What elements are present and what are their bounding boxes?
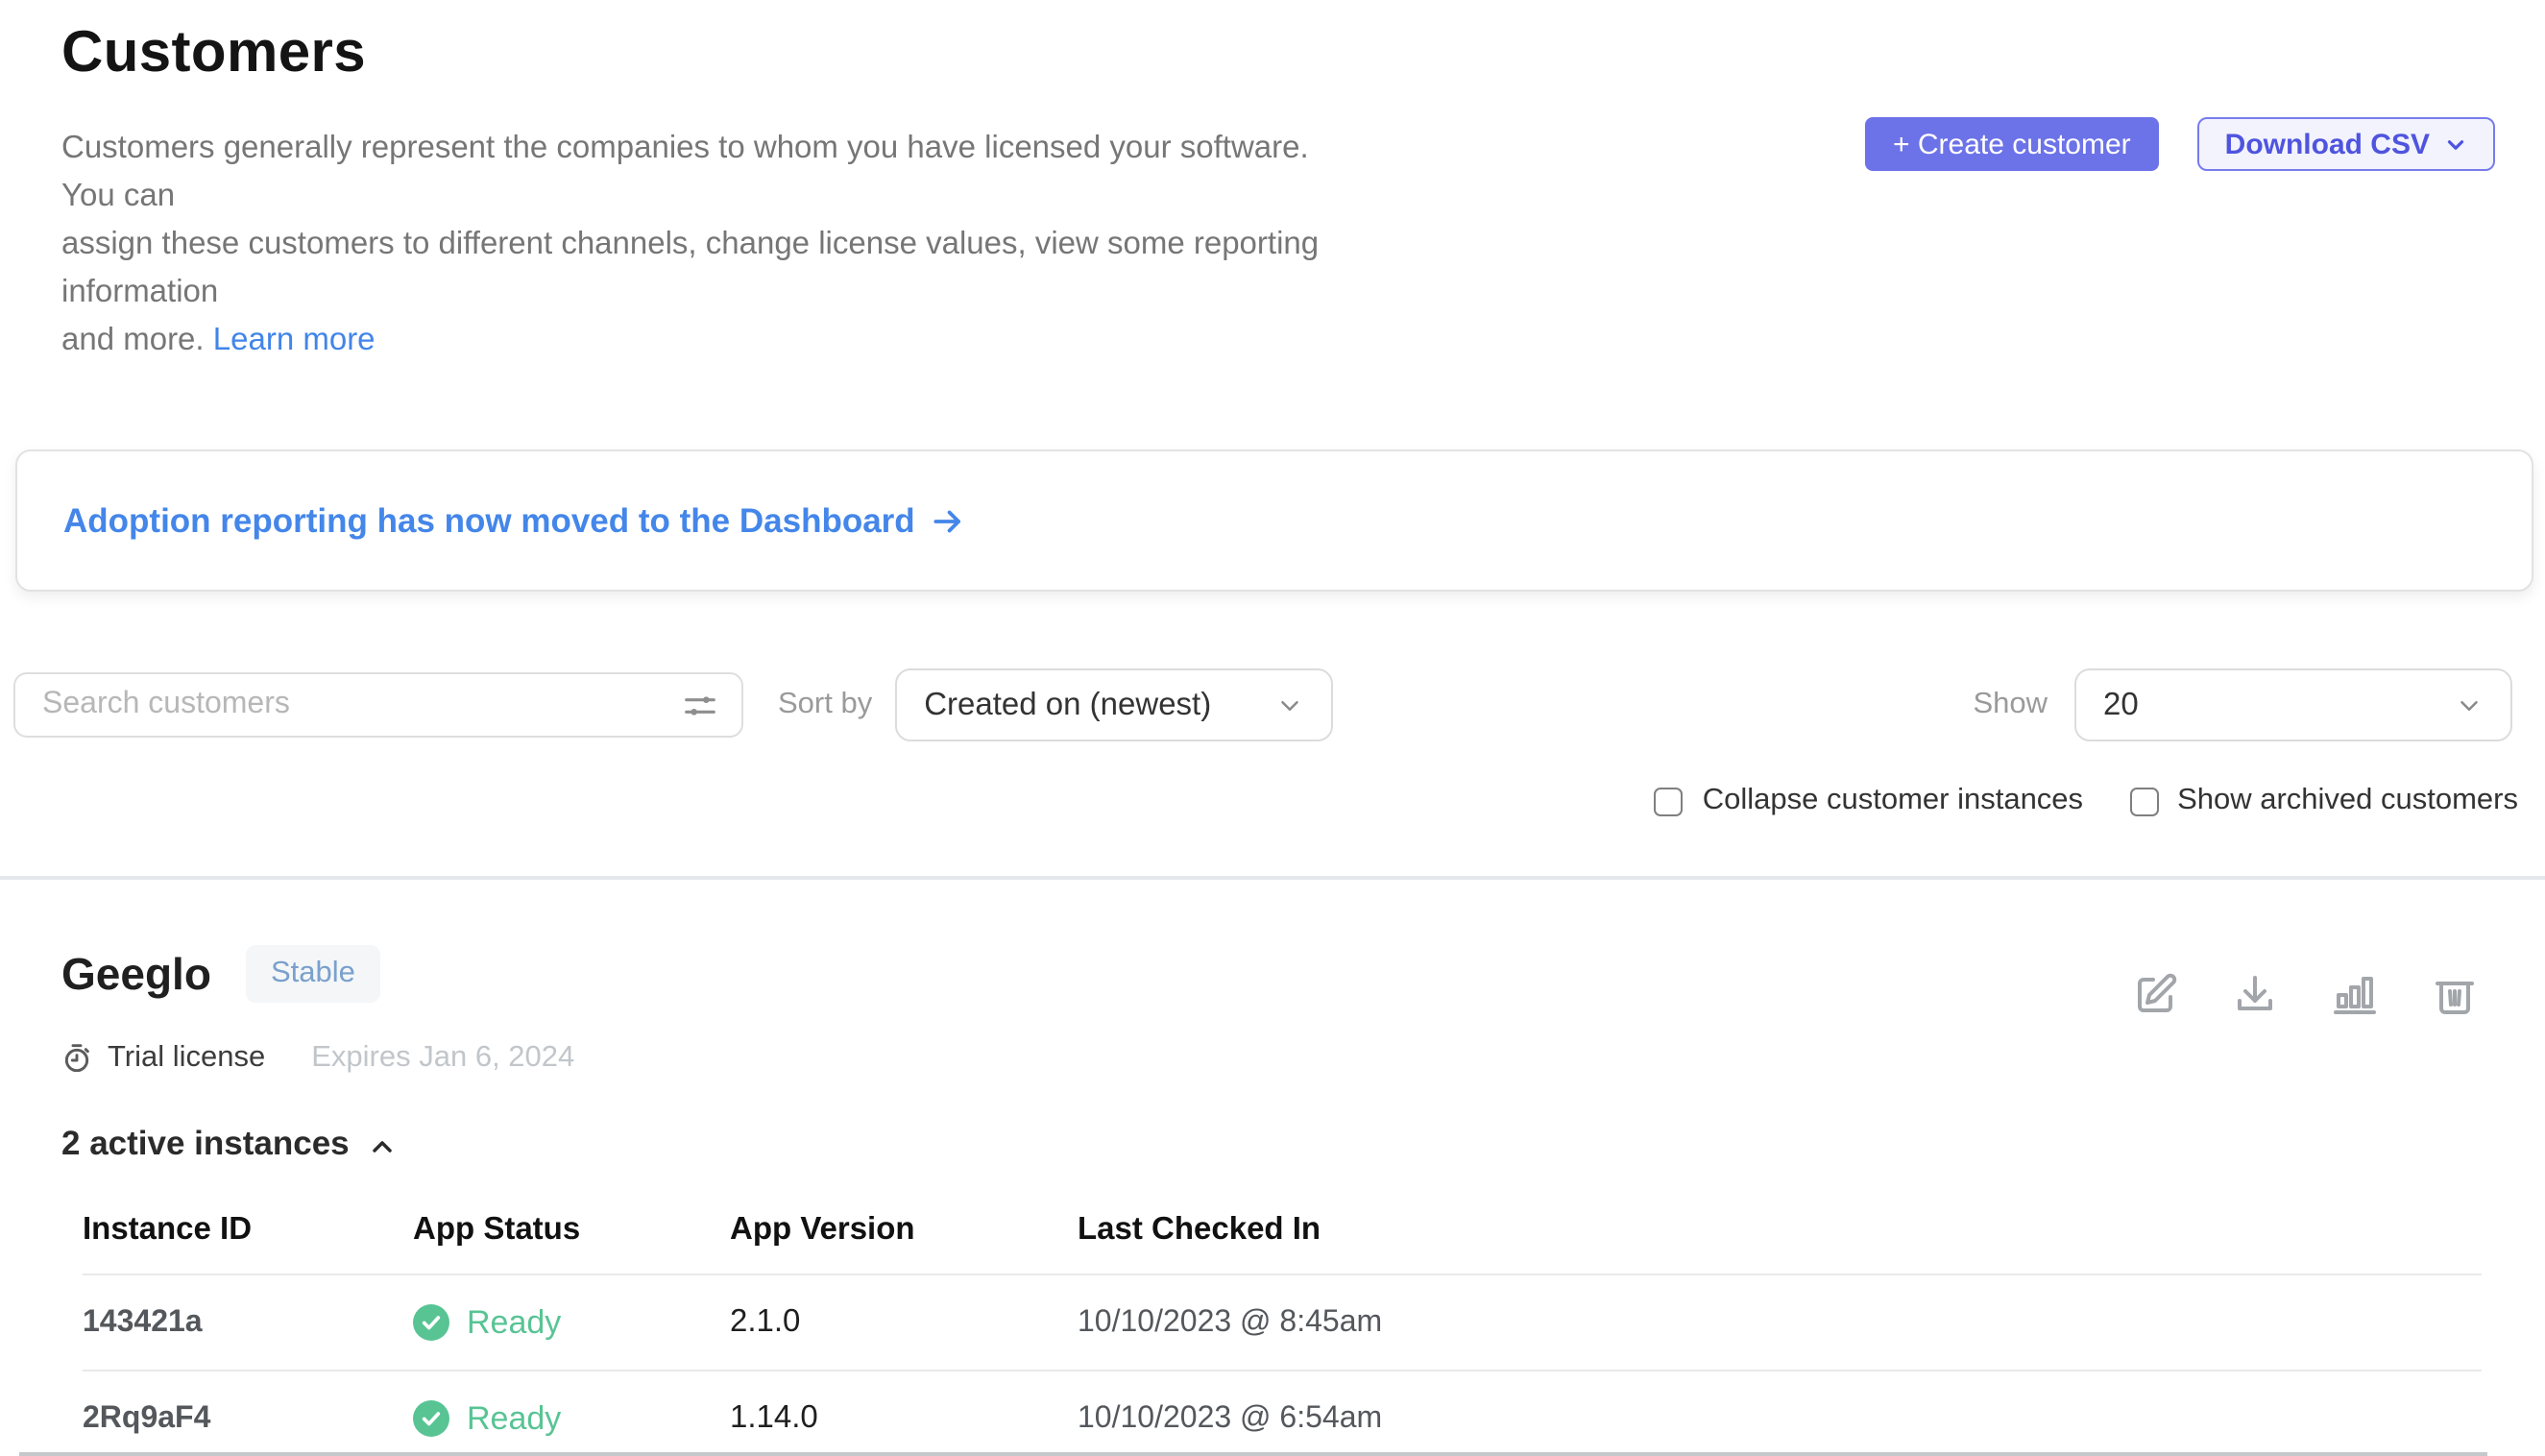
app-status: Ready <box>413 1303 730 1342</box>
check-circle-icon <box>413 1400 449 1437</box>
show-label: Show <box>1973 688 2048 722</box>
chevron-down-icon <box>1275 691 1304 719</box>
sort-by-label: Sort by <box>778 688 872 722</box>
page-description: Customers generally represent the compan… <box>61 125 1339 365</box>
description-line: Customers generally represent the compan… <box>61 125 1339 221</box>
arrow-right-icon <box>931 502 967 539</box>
license-type: Trial license <box>61 1041 265 1076</box>
customer-card-divider <box>19 1452 2487 1456</box>
trash-icon[interactable] <box>2432 972 2478 1018</box>
customer-name-row: Geeglo Stable <box>61 945 380 1003</box>
section-divider <box>0 876 2545 880</box>
chevron-down-icon <box>2443 132 2468 157</box>
last-checked-in: 10/10/2023 @ 8:45am <box>1078 1305 2482 1340</box>
stopwatch-icon <box>61 1043 92 1074</box>
chevron-down-icon <box>2455 691 2484 719</box>
app-status-label: Ready <box>467 1399 561 1438</box>
app-version: 1.14.0 <box>730 1400 1078 1437</box>
checkbox-label: Collapse customer instances <box>1703 784 2083 818</box>
adoption-banner: Adoption reporting has now moved to the … <box>15 449 2533 592</box>
instance-id: 143421a <box>83 1305 413 1340</box>
show-count-select[interactable]: 20 <box>2074 668 2512 741</box>
filters-row: Collapse customer instances Show archive… <box>0 784 2518 818</box>
create-customer-button[interactable]: + Create customer <box>1864 117 2160 171</box>
download-csv-button[interactable]: Download CSV <box>2198 117 2495 171</box>
column-header-app-status: App Status <box>413 1212 730 1249</box>
last-checked-in: 10/10/2023 @ 6:54am <box>1078 1401 2482 1436</box>
customers-page: Customers Customers generally represent … <box>0 21 2545 1456</box>
search-input[interactable] <box>38 686 667 724</box>
sort-select[interactable]: Created on (newest) <box>895 668 1333 741</box>
description-line: and more. Learn more <box>61 317 1339 365</box>
column-header-last-checked-in: Last Checked In <box>1078 1212 2482 1249</box>
bar-chart-icon[interactable] <box>2332 972 2378 1018</box>
instances-table: Instance ID App Status App Version Last … <box>83 1212 2482 1456</box>
column-header-app-version: App Version <box>730 1212 1078 1249</box>
table-header-row: Instance ID App Status App Version Last … <box>83 1212 2482 1275</box>
table-row: 143421a Ready 2.1.0 10/10/2023 @ 8:45am <box>83 1275 2482 1371</box>
customer-actions <box>2132 972 2478 1018</box>
app-status-label: Ready <box>467 1303 561 1342</box>
checkbox-box[interactable] <box>1655 787 1684 815</box>
download-icon[interactable] <box>2232 972 2278 1018</box>
sliders-icon[interactable] <box>682 687 718 723</box>
collapse-instances-checkbox[interactable]: Collapse customer instances <box>1655 784 2083 818</box>
instances-toggle[interactable]: 2 active instances <box>61 1124 2545 1164</box>
customer-card-header: Geeglo Stable <box>61 945 2478 1018</box>
license-row: Trial license Expires Jan 6, 2024 <box>61 1041 2545 1076</box>
toolbar: Sort by Created on (newest) Show 20 <box>13 668 2512 741</box>
header-row: Customers generally represent the compan… <box>61 125 2495 365</box>
page-title: Customers <box>61 21 2545 86</box>
column-header-instance-id: Instance ID <box>83 1212 413 1249</box>
channel-badge: Stable <box>246 945 380 1003</box>
header-actions: + Create customer Download CSV <box>1864 117 2495 171</box>
app-status: Ready <box>413 1399 730 1438</box>
show-archived-checkbox[interactable]: Show archived customers <box>2129 784 2518 818</box>
adoption-banner-link[interactable]: Adoption reporting has now moved to the … <box>63 500 967 541</box>
license-expiry: Expires Jan 6, 2024 <box>311 1041 574 1076</box>
app-version: 2.1.0 <box>730 1304 1078 1341</box>
table-row: 2Rq9aF4 Ready 1.14.0 10/10/2023 @ 6:54am <box>83 1371 2482 1456</box>
description-line: assign these customers to different chan… <box>61 221 1339 317</box>
instance-id: 2Rq9aF4 <box>83 1401 413 1436</box>
checkbox-box[interactable] <box>2129 787 2158 815</box>
checkbox-label: Show archived customers <box>2177 784 2518 818</box>
learn-more-link[interactable]: Learn more <box>213 323 376 357</box>
search-box <box>13 672 743 738</box>
customer-name: Geeglo <box>61 948 211 1000</box>
chevron-up-icon <box>367 1130 398 1161</box>
edit-icon[interactable] <box>2132 972 2178 1018</box>
check-circle-icon <box>413 1304 449 1341</box>
